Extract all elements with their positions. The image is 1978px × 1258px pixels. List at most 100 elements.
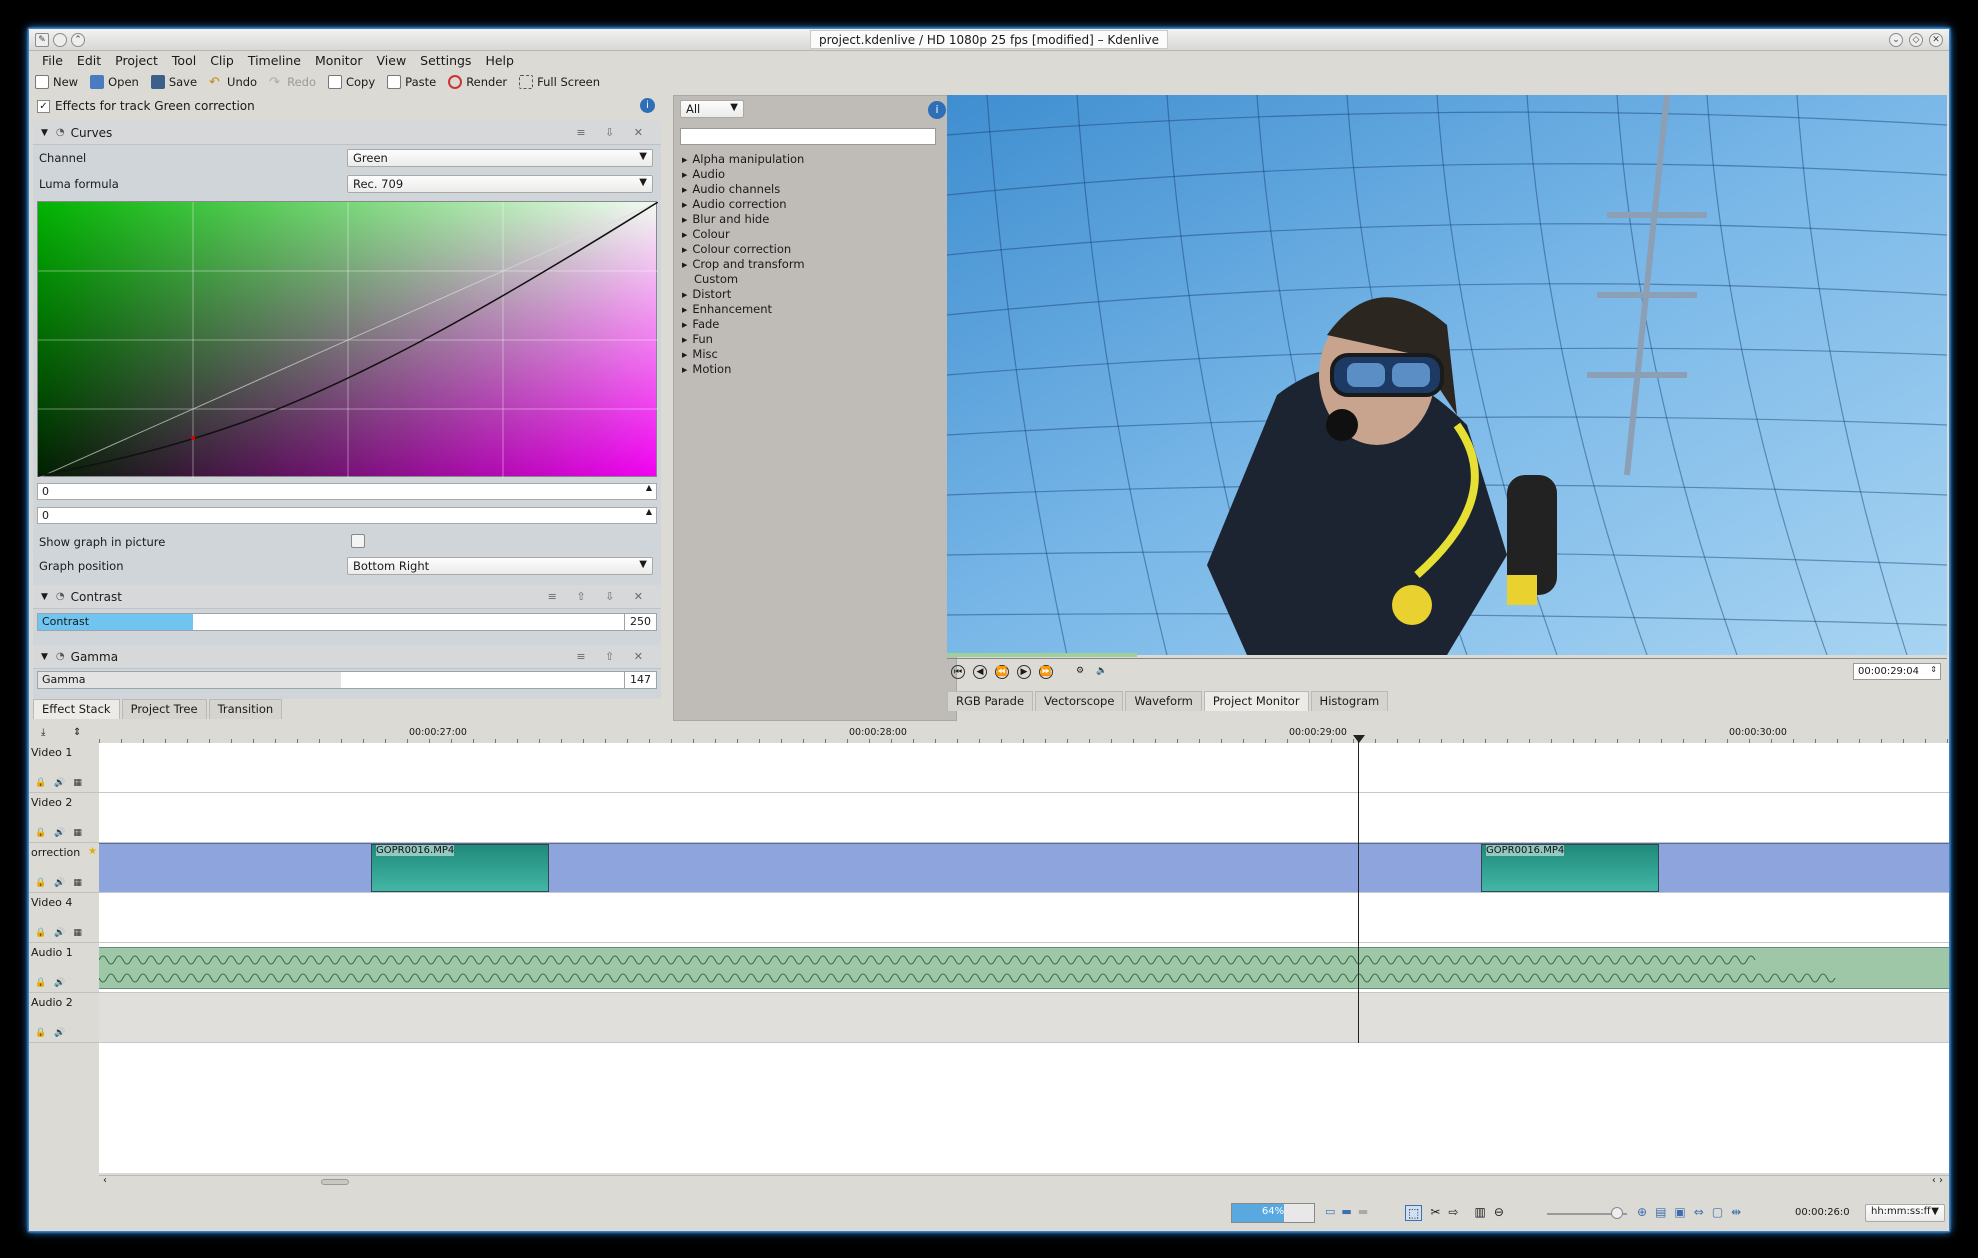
video-clip[interactable]: GOPR0016.MP4 <box>1481 844 1659 892</box>
zoom-icon[interactable]: ⚙ <box>1073 665 1087 679</box>
menu-settings[interactable]: Settings <box>413 51 478 71</box>
video-preview[interactable] <box>947 95 1947 655</box>
monitor-ruler[interactable] <box>947 653 1947 659</box>
track-control-icons[interactable]: 🔒🔊▦ <box>35 778 90 788</box>
effect-category-item[interactable]: Alpha manipulation <box>682 152 804 166</box>
collapse-chevron-icon[interactable]: ▼ <box>41 128 48 138</box>
effect-category-item[interactable]: Blur and hide <box>682 212 769 226</box>
zoom-slider-handle[interactable] <box>1611 1207 1623 1219</box>
timeline-scrollbar[interactable]: ‹ ‹ › <box>99 1175 1949 1187</box>
play-icon[interactable]: ▶ <box>1017 665 1031 679</box>
track-green-correction[interactable]: GOPR0016.MP4 GOPR0016.MP4 <box>99 843 1949 893</box>
curves-spinbox-2[interactable]: 0 ▲ <box>37 507 657 524</box>
track-video2[interactable] <box>99 793 1949 843</box>
playhead[interactable] <box>1358 737 1359 1043</box>
go-start-icon[interactable]: ⏮ <box>951 665 965 679</box>
markers-icon[interactable]: ▬ <box>1358 1205 1368 1218</box>
sticky-icon[interactable] <box>53 33 67 47</box>
effect-category-item[interactable]: Motion <box>682 362 731 376</box>
effect-category-item[interactable]: Fun <box>682 332 713 346</box>
effect-category-item[interactable]: Colour correction <box>682 242 791 256</box>
track-control-icons[interactable]: 🔒🔊▦ <box>35 878 90 888</box>
rewind-icon[interactable]: ◀ <box>973 665 987 679</box>
channel-select[interactable]: Green ▼ <box>347 149 653 167</box>
track-header-video1[interactable]: Video 1 🔒🔊▦ <box>29 743 99 793</box>
curve-point[interactable] <box>191 436 195 440</box>
effect-category-item[interactable]: Audio correction <box>682 197 786 211</box>
info-icon[interactable]: i <box>928 101 946 119</box>
fullscreen-button[interactable]: Full Screen <box>519 75 600 89</box>
effect-header-buttons[interactable]: ≡ ⇩ ✕ <box>576 126 651 139</box>
effect-category-item[interactable]: Fade <box>682 317 719 331</box>
track-control-icons[interactable]: 🔒🔊 <box>35 978 73 988</box>
track-header-video4[interactable]: Video 4 🔒🔊▦ <box>29 893 99 943</box>
paste-button[interactable]: Paste <box>387 75 436 89</box>
tab-waveform[interactable]: Waveform <box>1125 691 1202 711</box>
effect-toggle-icon[interactable]: ◔ <box>56 127 65 138</box>
tab-transition[interactable]: Transition <box>208 699 283 719</box>
tab-rgb-parade[interactable]: RGB Parade <box>947 691 1034 711</box>
menu-view[interactable]: View <box>370 51 414 71</box>
track-audio2[interactable] <box>99 993 1949 1043</box>
redo-button[interactable]: ↷ Redo <box>269 75 316 90</box>
effect-header-buttons[interactable]: ≡ ⇧ ⇩ ✕ <box>548 590 651 603</box>
playhead-marker-icon[interactable] <box>1353 735 1365 743</box>
zoom-slider[interactable] <box>1547 1207 1627 1219</box>
effect-category-item[interactable]: Audio channels <box>682 182 780 196</box>
effects-enabled-checkbox[interactable]: ✓ <box>37 99 50 113</box>
spin-arrows-icon[interactable]: ⇕ <box>1930 665 1937 674</box>
overlay-icon[interactable]: ▢ <box>1712 1205 1723 1219</box>
menu-project[interactable]: Project <box>108 51 165 71</box>
graph-position-select[interactable]: Bottom Right ▼ <box>347 557 653 575</box>
video-thumbs-icon[interactable]: ▭ <box>1325 1205 1335 1218</box>
scroll-left-icon[interactable]: ‹ <box>103 1175 107 1186</box>
save-button[interactable]: Save <box>150 75 197 89</box>
tab-project-monitor[interactable]: Project Monitor <box>1203 691 1309 711</box>
zoom-in-icon[interactable]: ⊕ <box>1637 1205 1647 1219</box>
track-video4[interactable] <box>99 893 1949 943</box>
fit-zoom-icon[interactable]: ⤓ <box>41 727 45 738</box>
tab-effect-stack[interactable]: Effect Stack <box>33 699 120 719</box>
tab-project-tree[interactable]: Project Tree <box>121 699 207 719</box>
timeline-ruler[interactable]: ⤓ ⇕ 00:00:27:00 00:00:28:00 00:00:29:00 … <box>29 725 1949 743</box>
monitor-timecode[interactable]: 00:00:29:04 ⇕ <box>1853 663 1941 680</box>
curves-effect-header[interactable]: ▼ ◔ Curves ≡ ⇩ ✕ <box>33 121 661 145</box>
effect-toggle-icon[interactable]: ◔ <box>56 651 65 662</box>
split-audio-icon[interactable]: ▤ <box>1655 1205 1666 1219</box>
luma-formula-select[interactable]: Rec. 709 ▼ <box>347 175 653 193</box>
maximize-icon[interactable]: ◇ <box>1909 33 1923 47</box>
close-icon[interactable]: ✕ <box>1929 33 1943 47</box>
gamma-slider[interactable]: Gamma 147 <box>37 671 657 689</box>
track-height-icon[interactable]: ⇕ <box>73 727 81 738</box>
effect-category-item[interactable]: Distort <box>682 287 731 301</box>
keep-above-icon[interactable]: ⌃ <box>71 33 85 47</box>
effect-category-item[interactable]: Audio <box>682 167 725 181</box>
zoom-out-icon[interactable]: ⊖ <box>1494 1205 1504 1221</box>
undo-button[interactable]: ↶ Undo <box>209 75 257 90</box>
menu-edit[interactable]: Edit <box>70 51 108 71</box>
track-audio1[interactable] <box>99 943 1949 993</box>
collapse-chevron-icon[interactable]: ▼ <box>41 592 48 602</box>
menu-file[interactable]: File <box>35 51 70 71</box>
prev-frame-icon[interactable]: ⏪ <box>995 665 1009 679</box>
gamma-effect-header[interactable]: ▼ ◔ Gamma ≡ ⇧ ✕ <box>33 645 661 669</box>
ripple-icon[interactable]: ⇔ <box>1694 1205 1704 1219</box>
track-control-icons[interactable]: 🔒🔊▦ <box>35 828 90 838</box>
spin-arrows-icon[interactable]: ▲ <box>646 507 652 516</box>
contrast-value[interactable]: 250 <box>624 614 656 630</box>
minimize-icon[interactable]: ⌄ <box>1889 33 1903 47</box>
track-header-audio1[interactable]: Audio 1 🔒🔊 <box>29 943 99 993</box>
effect-category-item[interactable]: Custom <box>682 272 738 286</box>
collapse-chevron-icon[interactable]: ▼ <box>41 652 48 662</box>
gamma-value[interactable]: 147 <box>624 672 656 688</box>
effect-filter-select[interactable]: All ▼ <box>680 100 744 118</box>
audio-clip[interactable] <box>99 947 1949 989</box>
new-button[interactable]: New <box>35 75 78 89</box>
fit-icon[interactable]: ⇹ <box>1731 1205 1741 1219</box>
spacer-tool-icon[interactable]: ⇨ <box>1448 1205 1458 1221</box>
effect-toggle-icon[interactable]: ◔ <box>56 591 65 602</box>
effect-category-item[interactable]: Enhancement <box>682 302 772 316</box>
track-header-green-correction[interactable]: orrection ★ 🔒🔊▦ <box>29 843 99 893</box>
info-icon[interactable]: i <box>640 98 655 113</box>
razor-tool-icon[interactable]: ✂ <box>1430 1205 1440 1221</box>
